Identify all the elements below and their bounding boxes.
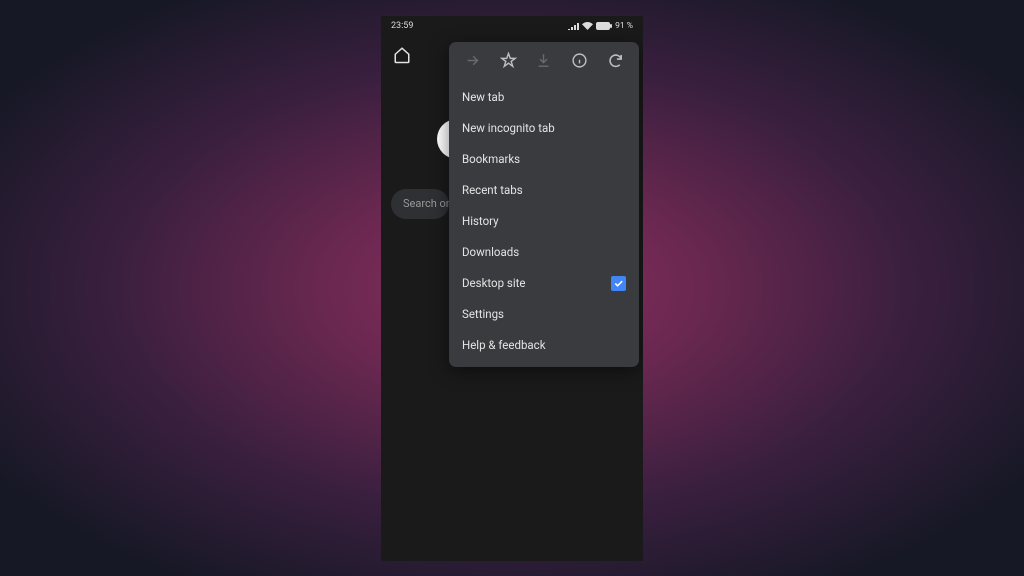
menu-item-desktop-site[interactable]: Desktop site xyxy=(449,268,639,299)
menu-icon-row xyxy=(449,42,639,80)
menu-items-list: New tab New incognito tab Bookmarks Rece… xyxy=(449,80,639,367)
menu-item-label: History xyxy=(462,214,499,228)
search-input[interactable]: Search or xyxy=(391,189,449,219)
menu-item-label: Settings xyxy=(462,307,504,321)
forward-button[interactable] xyxy=(458,46,488,76)
menu-item-bookmarks[interactable]: Bookmarks xyxy=(449,144,639,175)
desktop-site-checkbox[interactable] xyxy=(611,276,626,291)
info-button[interactable] xyxy=(565,46,595,76)
menu-item-history[interactable]: History xyxy=(449,206,639,237)
menu-item-new-incognito-tab[interactable]: New incognito tab xyxy=(449,113,639,144)
overflow-menu: New tab New incognito tab Bookmarks Rece… xyxy=(449,42,639,367)
menu-item-downloads[interactable]: Downloads xyxy=(449,237,639,268)
status-bar: 23:59 91 % xyxy=(381,16,643,36)
phone-frame: 23:59 91 % Search or xyxy=(381,16,643,561)
download-button[interactable] xyxy=(529,46,559,76)
battery-percent: 91 % xyxy=(615,21,633,31)
status-time: 23:59 xyxy=(391,21,413,31)
menu-item-label: Downloads xyxy=(462,245,519,259)
menu-item-label: Desktop site xyxy=(462,276,526,290)
menu-item-label: Recent tabs xyxy=(462,183,523,197)
star-icon xyxy=(500,52,517,69)
search-placeholder: Search or xyxy=(403,197,449,210)
menu-item-label: New tab xyxy=(462,90,504,104)
arrow-forward-icon xyxy=(464,52,481,69)
home-icon xyxy=(393,46,411,64)
refresh-icon xyxy=(607,52,624,69)
menu-item-label: Help & feedback xyxy=(462,338,546,352)
menu-item-help-feedback[interactable]: Help & feedback xyxy=(449,330,639,361)
menu-item-label: Bookmarks xyxy=(462,152,520,166)
battery-icon xyxy=(596,22,612,30)
check-icon xyxy=(613,278,624,289)
bookmark-button[interactable] xyxy=(493,46,523,76)
signal-icon xyxy=(568,22,579,30)
status-indicators: 91 % xyxy=(568,21,633,31)
menu-item-settings[interactable]: Settings xyxy=(449,299,639,330)
menu-item-new-tab[interactable]: New tab xyxy=(449,82,639,113)
home-button[interactable] xyxy=(391,44,413,66)
wifi-icon xyxy=(582,22,593,30)
refresh-button[interactable] xyxy=(600,46,630,76)
menu-item-recent-tabs[interactable]: Recent tabs xyxy=(449,175,639,206)
menu-item-label: New incognito tab xyxy=(462,121,555,135)
info-icon xyxy=(571,52,588,69)
download-icon xyxy=(535,52,552,69)
